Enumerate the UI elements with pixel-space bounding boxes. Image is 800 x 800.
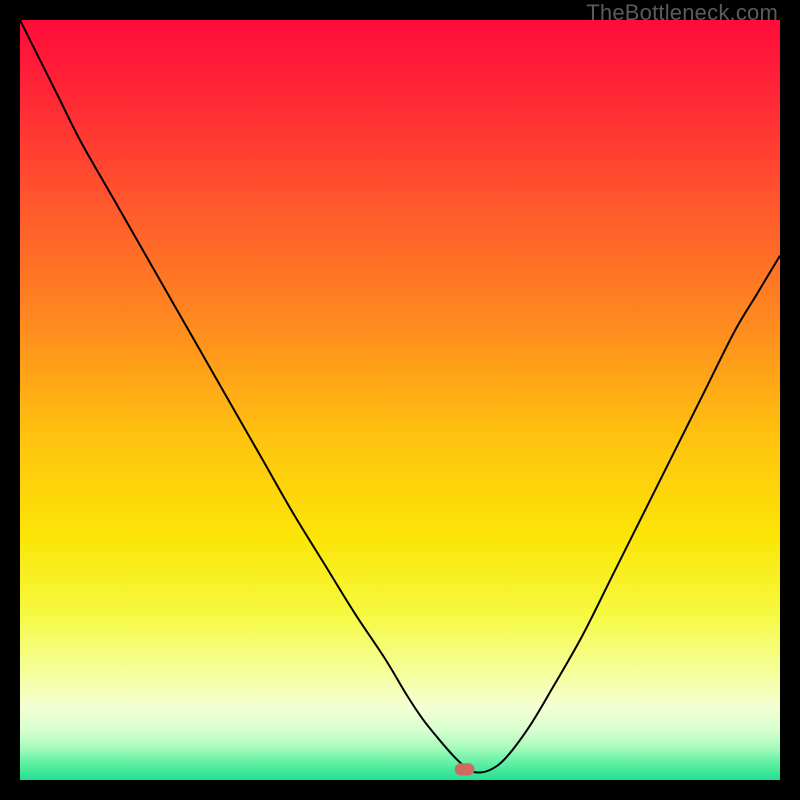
bottleneck-chart	[20, 20, 780, 780]
watermark-text: TheBottleneck.com	[586, 0, 778, 26]
optimum-marker	[455, 763, 475, 775]
gradient-background	[20, 20, 780, 780]
chart-frame: TheBottleneck.com	[0, 0, 800, 800]
plot-area	[20, 20, 780, 780]
